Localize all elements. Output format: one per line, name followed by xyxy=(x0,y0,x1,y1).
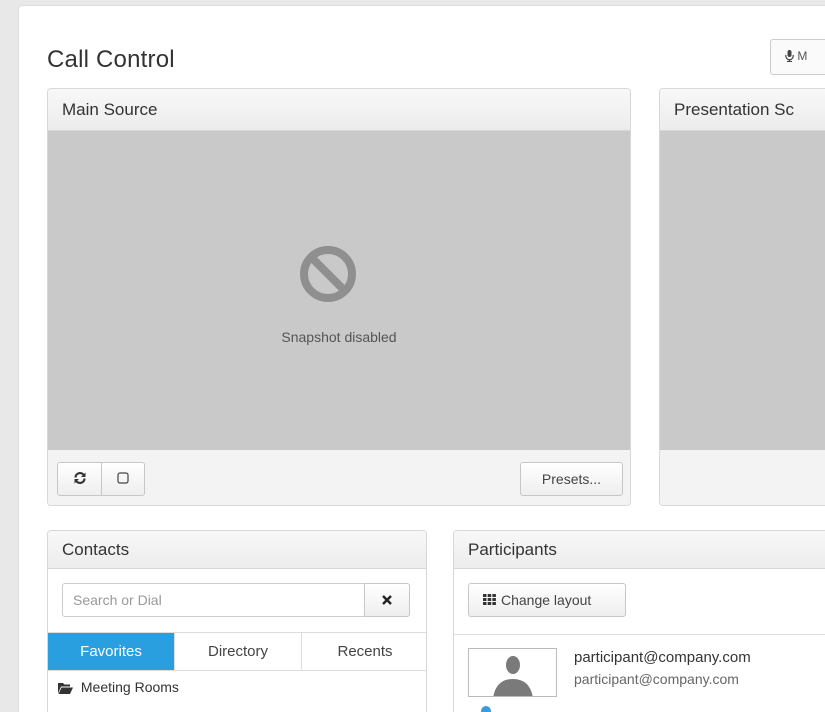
participant-name: participant@company.com xyxy=(574,649,751,666)
tab-directory[interactable]: Directory xyxy=(175,633,302,670)
person-icon xyxy=(469,656,556,696)
snapshot-disabled-text: Snapshot disabled xyxy=(281,329,397,345)
main-source-preview: Snapshot disabled xyxy=(48,131,630,450)
mute-button[interactable]: M xyxy=(770,39,825,75)
contacts-panel: Contacts Favorites Directory Recents Mee… xyxy=(47,530,427,712)
presentation-source-panel: Presentation Sc xyxy=(659,88,825,506)
tab-recents[interactable]: Recents xyxy=(302,633,426,670)
status-dot xyxy=(481,706,491,712)
tab-favorites[interactable]: Favorites xyxy=(48,633,175,670)
search-input[interactable] xyxy=(62,583,365,617)
presentation-source-title: Presentation Sc xyxy=(660,89,825,131)
folder-open-icon xyxy=(58,679,81,695)
page-title: Call Control xyxy=(47,46,175,73)
microphone-icon xyxy=(785,49,797,63)
participant-address: participant@company.com xyxy=(574,671,739,687)
clear-search-button[interactable] xyxy=(364,583,410,617)
main-source-controls: Presets... xyxy=(48,450,630,505)
list-item-label: Meeting Rooms xyxy=(80,679,179,695)
presentation-source-preview xyxy=(660,131,825,450)
main-source-title: Main Source xyxy=(48,89,630,131)
no-snapshot-icon xyxy=(298,244,358,309)
presentation-source-controls xyxy=(660,450,825,505)
call-control-page: Call Control M Main Source Snapshot disa… xyxy=(18,5,825,712)
mute-button-label: M xyxy=(797,49,808,63)
square-icon xyxy=(117,471,129,487)
close-icon xyxy=(382,592,392,609)
list-item[interactable]: Meeting Rooms xyxy=(58,679,179,695)
search-group xyxy=(62,583,410,617)
grid-icon xyxy=(483,592,501,608)
change-layout-label: Change layout xyxy=(501,592,592,608)
participants-title: Participants xyxy=(454,531,825,569)
participants-panel: Participants Change layout participant@c… xyxy=(453,530,825,712)
main-source-panel: Main Source Snapshot disabled Presets... xyxy=(47,88,631,506)
refresh-button[interactable] xyxy=(57,462,102,496)
fullscreen-button[interactable] xyxy=(101,462,145,496)
contacts-tabs: Favorites Directory Recents xyxy=(48,632,426,671)
presets-button[interactable]: Presets... xyxy=(520,462,623,496)
divider xyxy=(454,634,825,635)
contacts-title: Contacts xyxy=(48,531,426,569)
camera-button-group xyxy=(57,462,145,496)
change-layout-button[interactable]: Change layout xyxy=(468,583,626,617)
avatar xyxy=(468,648,557,697)
refresh-icon xyxy=(73,471,87,488)
